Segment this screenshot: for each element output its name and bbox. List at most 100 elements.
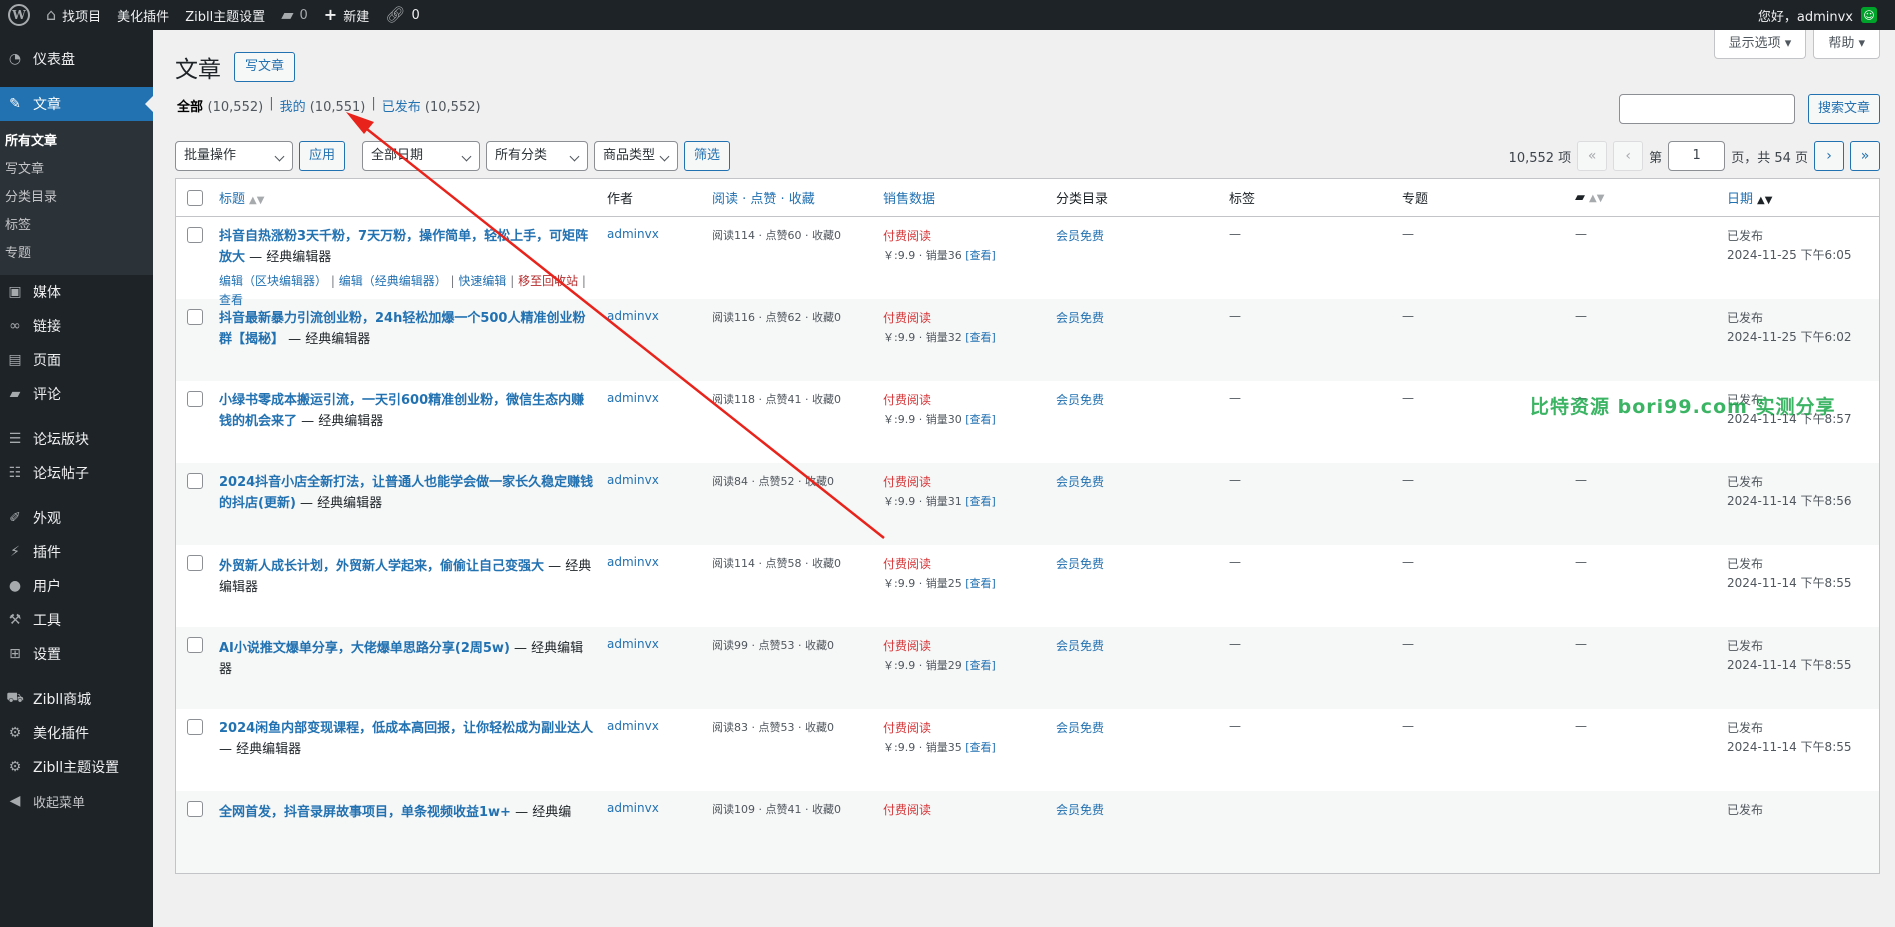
my-account-menu[interactable]: 您好，adminvx ☺ bbox=[1750, 0, 1885, 30]
sort-title[interactable]: 标题 bbox=[219, 192, 245, 207]
menu-appearance[interactable]: ✐ 外观 bbox=[0, 501, 153, 535]
view-all[interactable]: 全部 (10,552) bbox=[177, 96, 263, 115]
current-page-input[interactable]: 1 bbox=[1668, 141, 1726, 171]
menu-links[interactable]: ∞ 链接 bbox=[0, 309, 153, 343]
wp-logo-menu[interactable]: W bbox=[0, 0, 38, 30]
view-sales-link[interactable]: [查看] bbox=[965, 495, 996, 508]
filter-button[interactable]: 筛选 bbox=[684, 141, 731, 171]
bulk-action-select[interactable]: 批量操作 bbox=[175, 141, 293, 171]
menu-beautify[interactable]: ⚙ 美化插件 bbox=[0, 716, 153, 750]
row-checkbox[interactable] bbox=[187, 637, 203, 653]
next-page-button[interactable]: › bbox=[1814, 141, 1844, 171]
category-link[interactable]: 会员免费 bbox=[1056, 803, 1104, 817]
product-type-select[interactable]: 商品类型 bbox=[594, 141, 679, 171]
submenu-tags[interactable]: 标签 bbox=[0, 212, 153, 240]
submenu-all-posts[interactable]: 所有文章 bbox=[0, 128, 153, 156]
submenu-add-new[interactable]: 写文章 bbox=[0, 156, 153, 184]
row-checkbox[interactable] bbox=[187, 309, 203, 325]
row-checkbox[interactable] bbox=[187, 719, 203, 735]
row-checkbox[interactable] bbox=[187, 473, 203, 489]
menu-media[interactable]: ▣ 媒体 bbox=[0, 275, 153, 309]
category-link[interactable]: 会员免费 bbox=[1056, 721, 1104, 735]
row-checkbox[interactable] bbox=[187, 227, 203, 243]
row-checkbox[interactable] bbox=[187, 801, 203, 817]
post-title-link[interactable]: 抖音最新暴力引流创业粉，24h轻松加爆一个500人精准创业粉群【揭秘】 bbox=[219, 311, 585, 347]
category-link[interactable]: 会员免费 bbox=[1056, 639, 1104, 653]
date-filter-select[interactable]: 全部日期 bbox=[362, 141, 481, 171]
menu-zibll-settings[interactable]: ⚙ Zibll主题设置 bbox=[0, 750, 153, 784]
view-published[interactable]: 已发布 (10,552) bbox=[382, 96, 481, 115]
sort-date[interactable]: 日期 bbox=[1727, 192, 1753, 207]
view-link[interactable]: 查看 bbox=[219, 293, 243, 307]
site-name-menu[interactable]: ⌂ 找项目 bbox=[38, 0, 109, 30]
menu-dashboard[interactable]: ◔ 仪表盘 bbox=[0, 42, 153, 76]
author-link[interactable]: adminvx bbox=[607, 801, 659, 815]
search-posts-button[interactable]: 搜索文章 bbox=[1807, 94, 1880, 124]
submenu-categories[interactable]: 分类目录 bbox=[0, 184, 153, 212]
author-link[interactable]: adminvx bbox=[607, 719, 659, 733]
trash-link[interactable]: 移至回收站 bbox=[518, 274, 578, 288]
view-sales-link[interactable]: [查看] bbox=[965, 741, 996, 754]
edit-classic-link[interactable]: 编辑（经典编辑器） bbox=[339, 274, 447, 288]
author-link[interactable]: adminvx bbox=[607, 309, 659, 323]
category-link[interactable]: 会员免费 bbox=[1056, 311, 1104, 325]
category-link[interactable]: 会员免费 bbox=[1056, 393, 1104, 407]
prev-page-button[interactable]: ‹ bbox=[1613, 141, 1644, 171]
category-link[interactable]: 会员免费 bbox=[1056, 557, 1104, 571]
links-menu[interactable]: 🔗︎ 0 bbox=[377, 0, 428, 30]
menu-forum-posts[interactable]: ☷ 论坛帖子 bbox=[0, 456, 153, 490]
view-sales-link[interactable]: [查看] bbox=[965, 413, 996, 426]
author-link[interactable]: adminvx bbox=[607, 555, 659, 569]
post-title-link[interactable]: 小绿书零成本搬运引流，一天引600精准创业粉，微信生态内赚钱的机会来了 bbox=[219, 393, 584, 429]
menu-comments[interactable]: ▰ 评论 bbox=[0, 377, 153, 411]
view-mine[interactable]: 我的 (10,551) bbox=[280, 96, 366, 115]
row-checkbox[interactable] bbox=[187, 555, 203, 571]
help-button[interactable]: 帮助 ▾ bbox=[1813, 30, 1880, 59]
menu-plugins[interactable]: ⚡ 插件 bbox=[0, 535, 153, 569]
zibll-settings-menu[interactable]: Zibll主题设置 bbox=[177, 0, 273, 30]
new-content-menu[interactable]: + 新建 bbox=[316, 0, 377, 30]
post-title-link[interactable]: 2024闲鱼内部变现课程，低成本高回报，让你轻松成为副业达人 bbox=[219, 721, 593, 736]
comments-column-icon[interactable]: ▰ bbox=[1575, 190, 1585, 205]
submenu-topics[interactable]: 专题 bbox=[0, 240, 153, 268]
menu-pages[interactable]: ▤ 页面 bbox=[0, 343, 153, 377]
menu-forum-blocks[interactable]: ☰ 论坛版块 bbox=[0, 422, 153, 456]
author-link[interactable]: adminvx bbox=[607, 637, 659, 651]
post-title-link[interactable]: 全网首发，抖音录屏故事项目，单条视频收益1w+ bbox=[219, 805, 511, 820]
author-link[interactable]: adminvx bbox=[607, 473, 659, 487]
first-page-button[interactable]: « bbox=[1577, 141, 1608, 171]
menu-users[interactable]: ● 用户 bbox=[0, 569, 153, 603]
paid-badge: 付费阅读 bbox=[883, 639, 932, 653]
view-sales-link[interactable]: [查看] bbox=[965, 331, 996, 344]
menu-tools[interactable]: ⚒ 工具 bbox=[0, 603, 153, 637]
edit-block-link[interactable]: 编辑（区块编辑器） bbox=[219, 274, 327, 288]
screen-options-button[interactable]: 显示选项 ▾ bbox=[1713, 30, 1807, 59]
view-sales-link[interactable]: [查看] bbox=[965, 577, 996, 590]
add-new-post-button[interactable]: 写文章 bbox=[234, 52, 296, 82]
menu-posts[interactable]: ✎ 文章 bbox=[0, 87, 153, 121]
sort-sales[interactable]: 销售数据 bbox=[883, 192, 935, 207]
category-link[interactable]: 会员免费 bbox=[1056, 229, 1104, 243]
comments-menu[interactable]: ▰ 0 bbox=[273, 0, 316, 30]
view-sales-link[interactable]: [查看] bbox=[965, 249, 996, 262]
category-link[interactable]: 会员免费 bbox=[1056, 475, 1104, 489]
search-input[interactable] bbox=[1618, 94, 1795, 124]
author-link[interactable]: adminvx bbox=[607, 227, 659, 241]
quick-edit-link[interactable]: 快速编辑 bbox=[458, 274, 506, 288]
menu-zibll-shop[interactable]: ⛟ Zibll商城 bbox=[0, 682, 153, 716]
select-all-checkbox[interactable] bbox=[187, 189, 203, 206]
category-filter-select[interactable]: 所有分类 bbox=[486, 141, 589, 171]
post-title-link[interactable]: 2024抖音小店全新打法，让普通人也能学会做一家长久稳定赚钱的抖店(更新) bbox=[219, 475, 593, 511]
post-state: — 经典编辑器 bbox=[219, 742, 302, 757]
author-link[interactable]: adminvx bbox=[607, 391, 659, 405]
last-page-button[interactable]: » bbox=[1850, 141, 1880, 171]
apply-button[interactable]: 应用 bbox=[299, 141, 346, 171]
menu-collapse[interactable]: ◀ 收起菜单 bbox=[0, 784, 153, 818]
menu-settings[interactable]: ⊞ 设置 bbox=[0, 637, 153, 671]
view-sales-link[interactable]: [查看] bbox=[965, 659, 996, 672]
post-title-link[interactable]: 外贸新人成长计划，外贸新人学起来，偷偷让自己变强大 bbox=[219, 559, 544, 574]
sort-reads[interactable]: 阅读 · 点赞 · 收藏 bbox=[712, 192, 815, 207]
row-checkbox[interactable] bbox=[187, 391, 203, 407]
beautify-plugin-menu[interactable]: 美化插件 bbox=[109, 0, 177, 30]
post-title-link[interactable]: AI小说推文爆单分享，大佬爆单思路分享(2周5w) bbox=[219, 641, 510, 656]
